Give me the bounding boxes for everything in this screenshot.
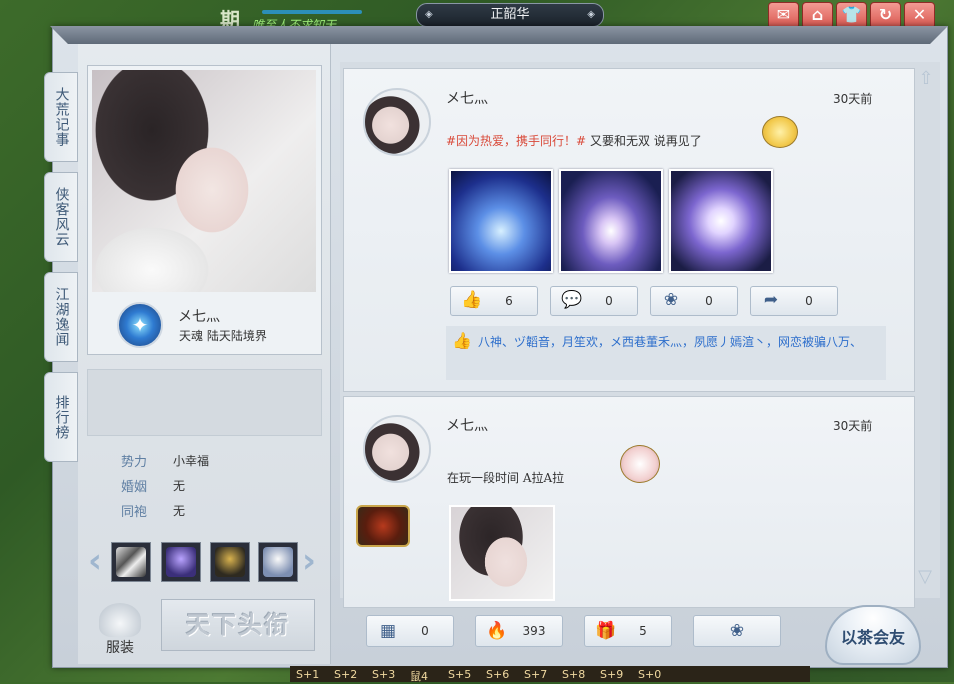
post-image[interactable] [449, 505, 555, 601]
skill-slot[interactable]: S+9 [600, 668, 623, 681]
robe-icon [99, 603, 141, 637]
gift-box-icon: ▦ [379, 621, 397, 641]
tab-ranking[interactable]: 排行榜 [44, 372, 78, 462]
player-name: メ七灬 [178, 309, 220, 325]
sworn-label: 同袍 [121, 505, 148, 520]
refresh-icon[interactable]: ↻ [870, 2, 901, 29]
skill-slot[interactable]: S+2 [334, 668, 357, 681]
popularity-button[interactable]: 🔥 393 [475, 615, 563, 647]
skill-slot[interactable]: S+0 [638, 668, 661, 681]
marriage-label: 婚姻 [121, 480, 148, 495]
skill-slot[interactable]: S+5 [448, 668, 471, 681]
post-time: 30天前 [833, 92, 873, 106]
character-sticker-icon [620, 445, 660, 483]
frame-badge-icon [356, 505, 410, 547]
player-realm: 天魂 陆天陆境界 [179, 329, 267, 343]
equipment-slot[interactable] [210, 542, 250, 582]
diamond-icon: ◈ [425, 9, 433, 20]
post-image[interactable] [449, 169, 553, 273]
skill-slot[interactable]: S+8 [562, 668, 585, 681]
mail-icon[interactable]: ✉ [768, 2, 799, 29]
gift-box-count: 0 [421, 624, 429, 638]
post-author-avatar[interactable] [363, 415, 431, 483]
scroll-up-icon[interactable]: ⇧ [918, 68, 934, 104]
flower-icon: ❀ [729, 621, 745, 641]
gift-box-button[interactable]: ▦ 0 [366, 615, 454, 647]
chevron-left-icon[interactable]: ‹ [88, 542, 102, 580]
skill-bar [290, 666, 810, 682]
tab-heroes[interactable]: 侠客风云 [44, 172, 78, 262]
post-body: 又要和无双 说再见了 [586, 134, 702, 148]
flower-button[interactable]: ❀ 0 [650, 286, 738, 316]
window-title-bar [50, 26, 948, 44]
equipment-slot[interactable] [161, 542, 201, 582]
skill-slot[interactable]: S+3 [372, 668, 395, 681]
share-count: 0 [805, 294, 813, 308]
flower-count: 0 [705, 294, 713, 308]
share-icon: ➦ [763, 290, 779, 310]
skill-slot[interactable]: S+6 [486, 668, 509, 681]
marriage-value: 无 [173, 479, 186, 493]
costume-label: 服装 [106, 640, 134, 656]
like-button[interactable]: 👍 6 [450, 286, 538, 316]
present-button[interactable]: 🎁 5 [584, 615, 672, 647]
post-text: #因为热爱，携手同行！# 又要和无双 说再见了 [446, 132, 702, 149]
tab-news[interactable]: 大荒记事 [44, 72, 78, 162]
present-icon: 🎁 [595, 621, 617, 641]
faction-label: 势力 [121, 455, 148, 470]
present-count: 5 [639, 624, 647, 638]
profile-photo[interactable] [92, 70, 316, 292]
post-time: 30天前 [833, 419, 873, 433]
skill-slot[interactable]: S+1 [296, 668, 319, 681]
server-name: 正韶华 [490, 7, 530, 22]
comment-count: 0 [605, 294, 613, 308]
hud-hp-bar [262, 10, 362, 14]
post-author-avatar[interactable] [363, 88, 431, 156]
post-body: 在玩一段时间 A拉A拉 [447, 471, 565, 485]
post-image[interactable] [559, 169, 663, 273]
like-count: 6 [505, 294, 513, 308]
comment-icon: 💬 [561, 290, 583, 310]
post-card [343, 396, 915, 608]
flame-icon: 🔥 [486, 621, 508, 641]
skill-slot[interactable]: S+7 [524, 668, 547, 681]
class-emblem-icon: ✦ [117, 302, 163, 348]
title-button[interactable]: 天下头衔 [161, 599, 315, 651]
thumbs-up-icon: 👍 [461, 290, 483, 310]
popularity-count: 393 [522, 624, 546, 638]
comment-button[interactable]: 💬 0 [550, 286, 638, 316]
tab-rumors[interactable]: 江湖逸闻 [44, 272, 78, 362]
scroll-down-icon[interactable]: ▽ [916, 566, 934, 587]
chevron-right-icon[interactable]: › [302, 542, 316, 580]
costume-button[interactable]: 服装 [96, 603, 144, 656]
equipment-slot[interactable] [111, 542, 151, 582]
server-name-pill[interactable]: ◈ 正韶华 ◈ [416, 3, 604, 27]
faction-value: 小幸福 [173, 454, 210, 468]
liked-by-list[interactable]: 八神、ヅ韜音，月笙欢，メ西巷董禾灬，夙愿丿嫣渲丶，网恋被骗八万、 [446, 333, 882, 351]
home-icon[interactable]: ⌂ [802, 2, 833, 29]
diamond-icon: ◈ [587, 9, 595, 20]
post-author-name[interactable]: メ七灬 [446, 415, 488, 435]
share-button[interactable]: ➦ 0 [750, 286, 838, 316]
flower-send-button[interactable]: ❀ [693, 615, 781, 647]
post-hashtag[interactable]: #因为热爱，携手同行！# [446, 134, 586, 148]
signature-box [87, 369, 322, 436]
post-image[interactable] [669, 169, 773, 273]
post-author-name[interactable]: メ七灬 [446, 88, 488, 108]
panda-sticker-icon [762, 116, 798, 148]
shirt-icon[interactable]: 👕 [836, 2, 867, 29]
sworn-value: 无 [173, 504, 186, 518]
flower-icon: ❀ [663, 290, 679, 310]
close-icon[interactable]: ✕ [904, 2, 935, 29]
equipment-slot[interactable] [258, 542, 298, 582]
